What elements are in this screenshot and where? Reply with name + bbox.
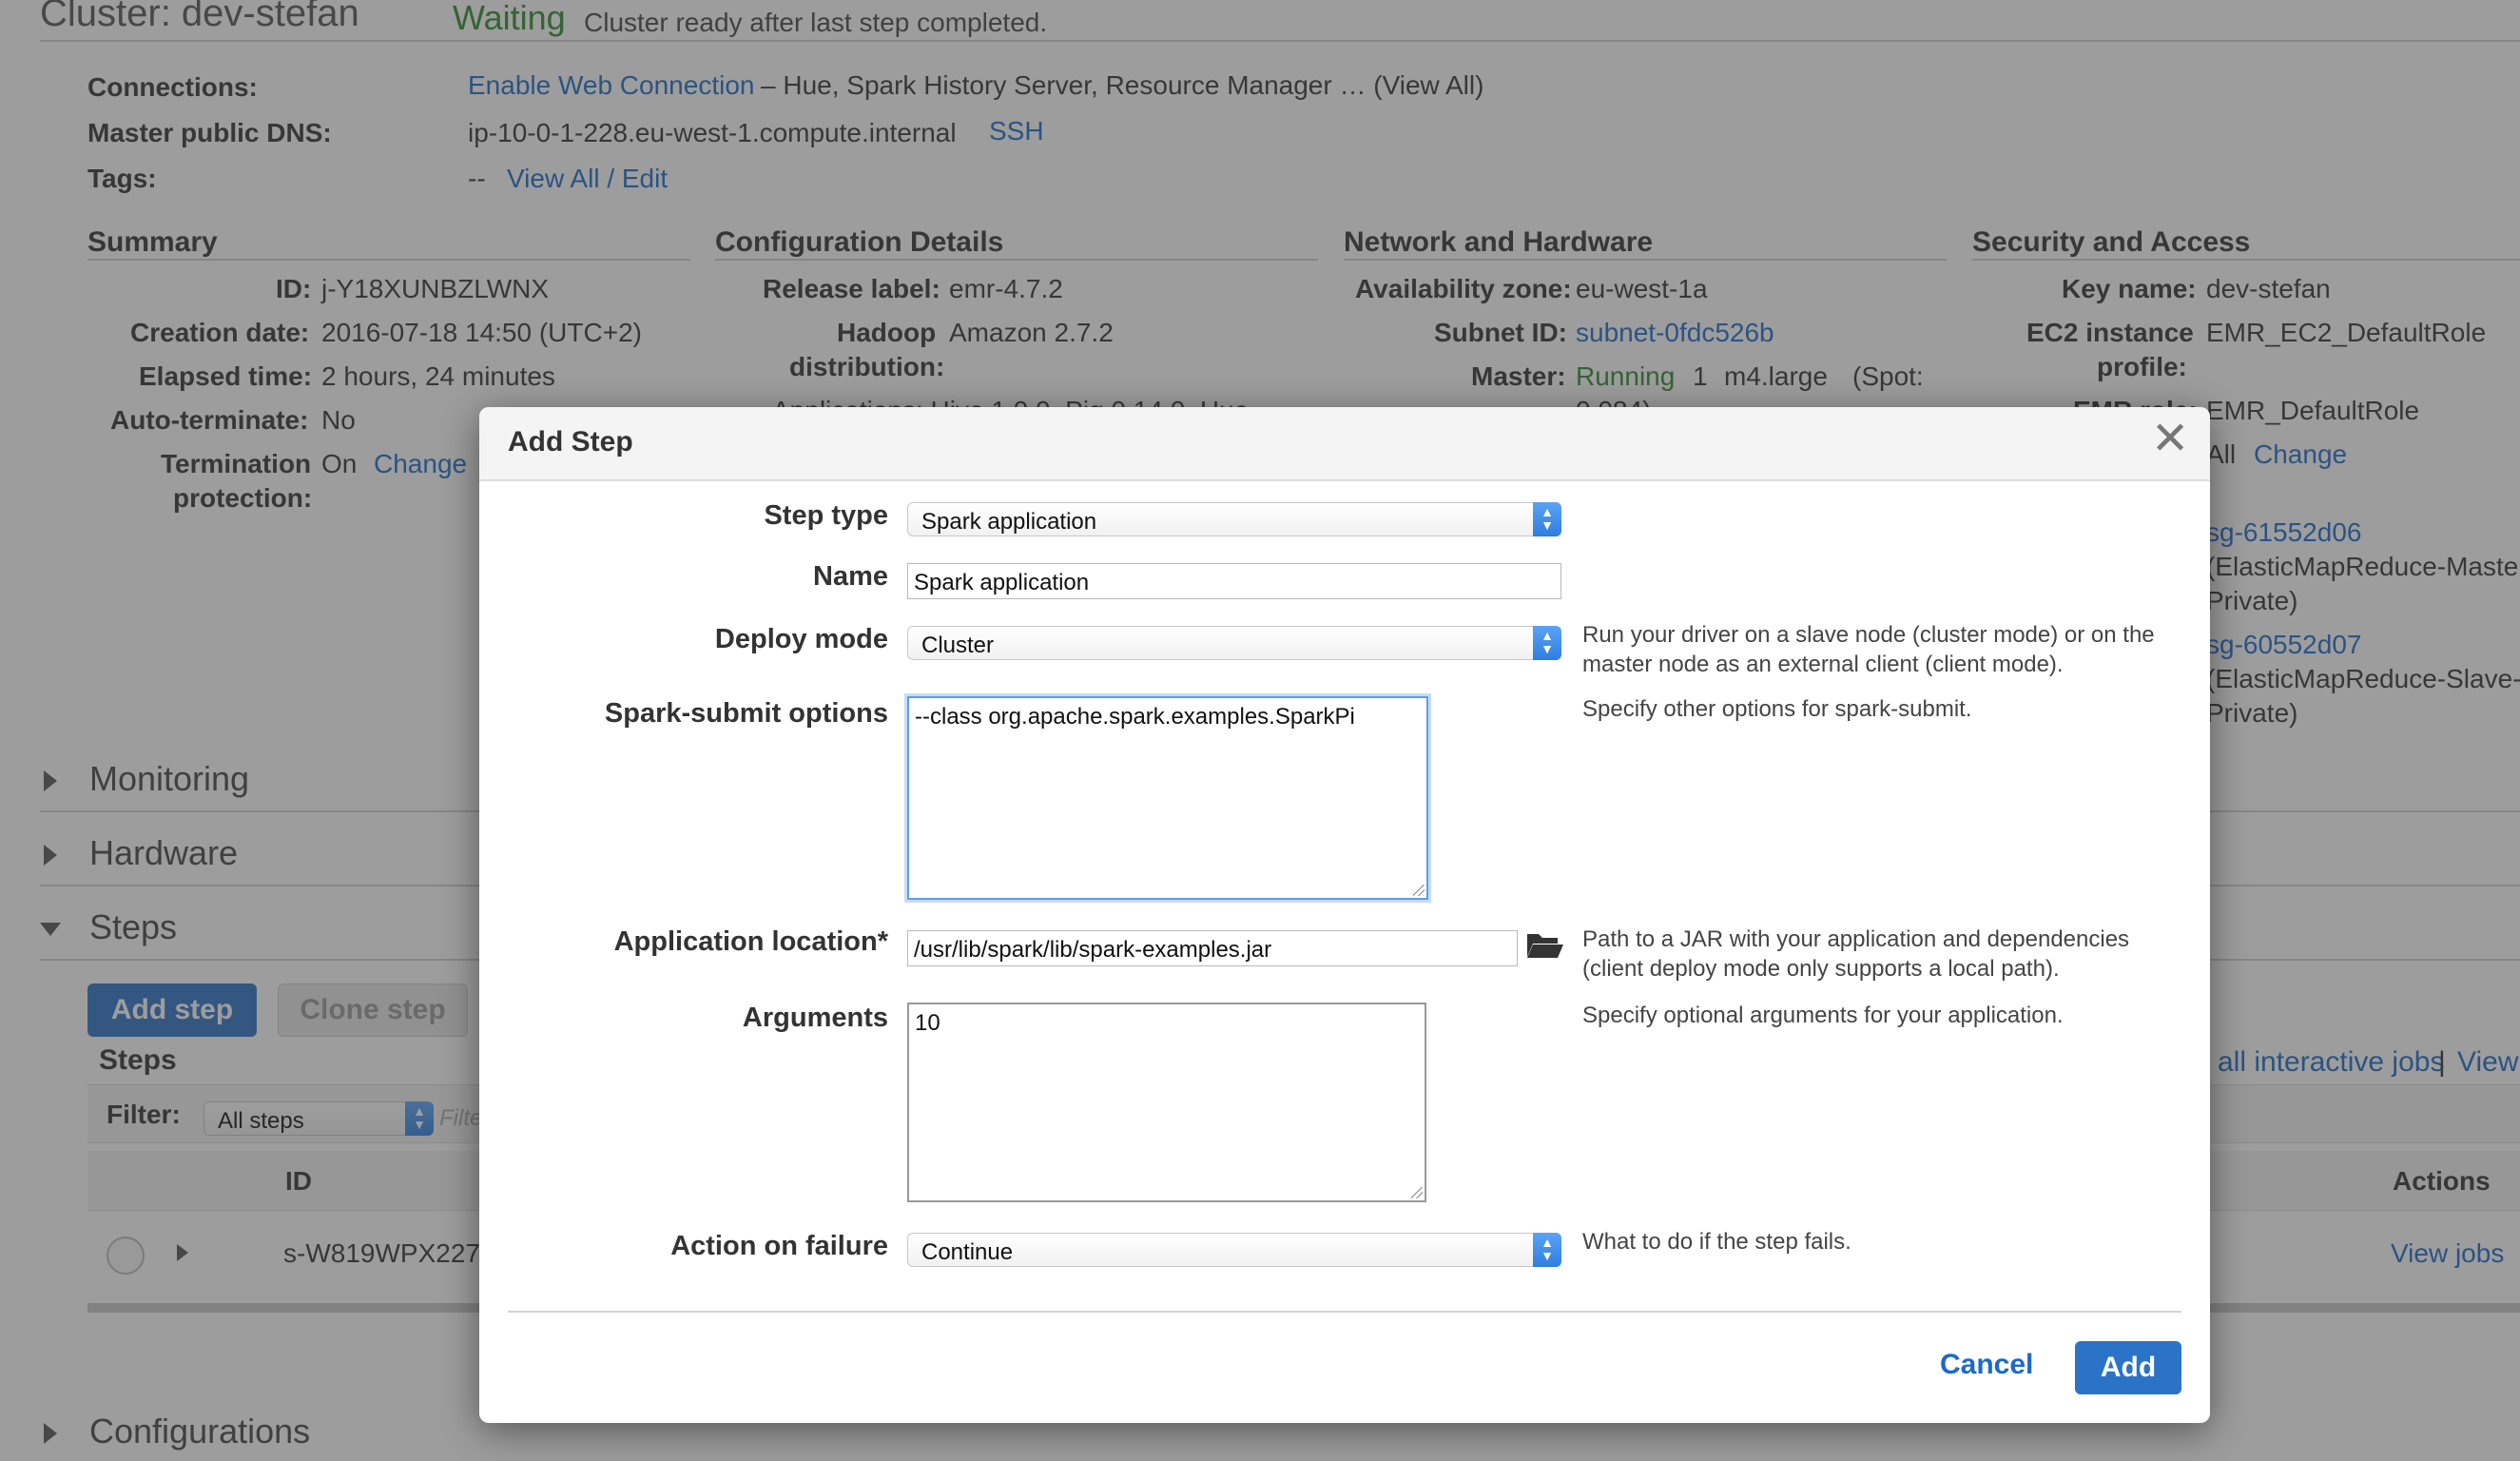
close-icon[interactable]: ✕ [2151, 417, 2189, 462]
spark-submit-options-value: --class org.apache.spark.examples.SparkP… [915, 704, 1355, 730]
add-button[interactable]: Add [2075, 1341, 2181, 1394]
step-type-label: Step type [764, 500, 888, 531]
arguments-help: Specify optional arguments for your appl… [1582, 1003, 2064, 1028]
folder-icon[interactable] [1523, 926, 1565, 964]
application-location-help-2: (client deploy mode only supports a loca… [1582, 956, 2060, 982]
action-on-failure-label: Action on failure [670, 1231, 888, 1261]
add-step-dialog: Add Step ✕ Step type Spark application ▲… [479, 407, 2210, 1423]
deploy-mode-help-2: master node as an external client (clien… [1582, 652, 2064, 677]
select-arrows-icon: ▲▼ [1533, 626, 1561, 660]
deploy-mode-label: Deploy mode [714, 624, 888, 654]
deploy-mode-select[interactable]: Cluster ▲ ▼ [907, 626, 1561, 660]
select-arrows-icon: ▲▼ [1533, 502, 1561, 536]
step-type-value: Spark application [921, 509, 1097, 535]
resize-handle-icon[interactable] [1413, 885, 1425, 896]
resize-handle-icon[interactable] [1411, 1187, 1423, 1198]
dialog-title: Add Step [508, 426, 633, 458]
name-input[interactable]: Spark application [907, 563, 1561, 599]
spark-submit-options-label: Spark-submit options [604, 698, 888, 729]
application-location-help: Path to a JAR with your application and … [1582, 926, 2130, 952]
action-on-failure-select[interactable]: Continue ▲ ▼ [907, 1233, 1561, 1267]
application-location-label: Application location* [613, 926, 888, 957]
spark-submit-options-textarea[interactable]: --class org.apache.spark.examples.SparkP… [907, 696, 1428, 900]
deploy-mode-help: Run your driver on a slave node (cluster… [1582, 622, 2155, 648]
step-type-select[interactable]: Spark application ▲ ▼ [907, 502, 1561, 536]
spark-submit-options-help: Specify other options for spark-submit. [1582, 696, 1972, 722]
name-label: Name [813, 561, 888, 592]
arguments-value: 10 [915, 1010, 940, 1036]
action-on-failure-value: Continue [921, 1239, 1014, 1265]
select-arrows-icon: ▲▼ [1533, 1233, 1561, 1267]
action-on-failure-help: What to do if the step fails. [1582, 1229, 1851, 1255]
application-location-input[interactable]: /usr/lib/spark/lib/spark-examples.jar [907, 930, 1518, 966]
cancel-button[interactable]: Cancel [1940, 1349, 2033, 1381]
deploy-mode-value: Cluster [921, 633, 995, 658]
arguments-textarea[interactable]: 10 [907, 1003, 1426, 1202]
dialog-footer-divider [508, 1311, 2181, 1313]
arguments-label: Arguments [742, 1003, 888, 1033]
dialog-header: Add Step ✕ [479, 407, 2210, 481]
